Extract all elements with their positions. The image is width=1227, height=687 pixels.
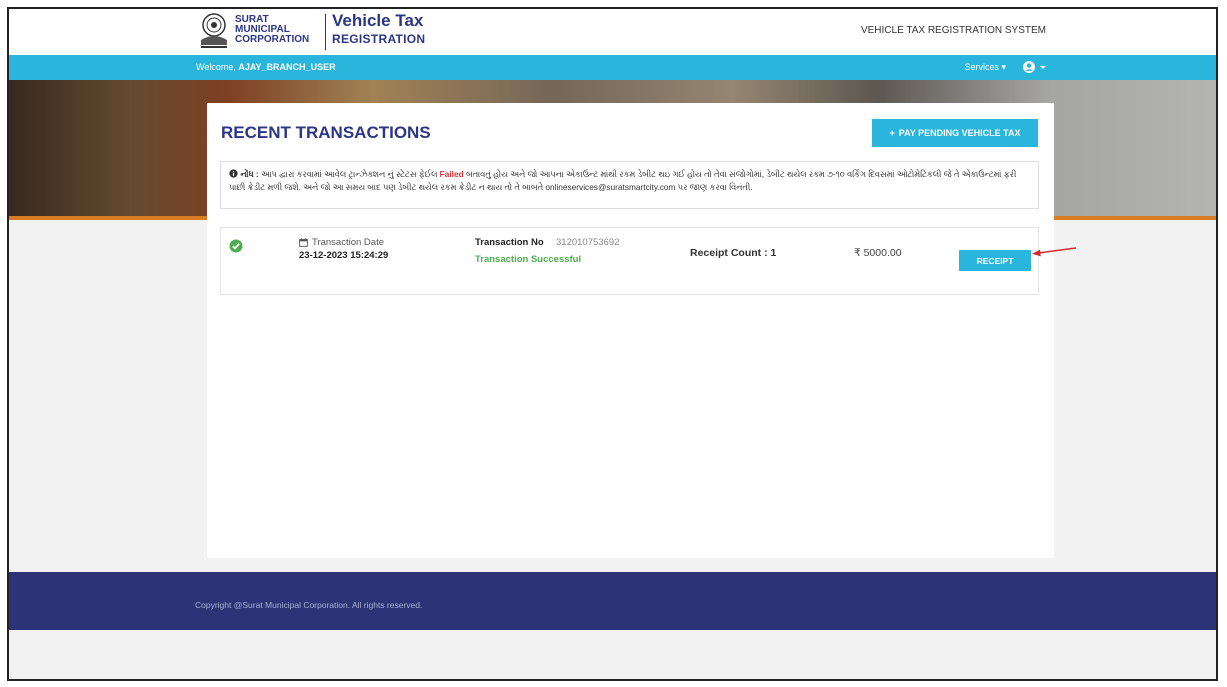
transaction-date-label: Transaction Date	[299, 237, 384, 248]
transaction-row: Transaction Date 23-12-2023 15:24:29 Tra…	[220, 227, 1039, 295]
site-header: SURAT MUNICIPAL CORPORATION Vehicle Tax …	[9, 9, 1216, 55]
notice-label: નોંધ :	[240, 169, 259, 179]
system-title: VEHICLE TAX REGISTRATION SYSTEM	[860, 25, 1046, 36]
logo-line-3: CORPORATION	[235, 34, 310, 45]
user-menu-button[interactable]	[1021, 59, 1051, 75]
logo-divider	[325, 14, 326, 50]
app-window: SURAT MUNICIPAL CORPORATION Vehicle Tax …	[7, 7, 1218, 681]
app-title-line-1: Vehicle Tax	[332, 11, 424, 30]
receipt-count: Receipt Count : 1	[690, 247, 777, 259]
page-title: RECENT TRANSACTIONS	[221, 123, 431, 142]
site-footer: Copyright @Surat Municipal Corporation. …	[9, 572, 1216, 630]
plus-icon: +	[889, 128, 895, 138]
check-circle-icon	[229, 239, 243, 253]
transaction-status: Transaction Successful	[475, 254, 582, 265]
smc-logo-text: SURAT MUNICIPAL CORPORATION	[235, 15, 323, 45]
chevron-down-icon	[1040, 66, 1046, 69]
notice-failed-word: Failed	[439, 169, 464, 179]
transaction-amount: ₹ 5000.00	[854, 247, 902, 259]
copyright-text: Copyright @Surat Municipal Corporation. …	[195, 600, 423, 610]
username: AJAY_BRANCH_USER	[238, 62, 336, 72]
services-dropdown[interactable]: Services ▾	[964, 62, 1006, 73]
app-title-line-2: REGISTRATION	[332, 32, 426, 46]
pay-pending-vehicle-tax-button[interactable]: + PAY PENDING VEHICLE TAX	[872, 119, 1038, 147]
user-circle-icon	[1023, 61, 1046, 73]
transactions-card: RECENT TRANSACTIONS + PAY PENDING VEHICL…	[207, 103, 1054, 558]
pay-button-label: PAY PENDING VEHICLE TAX	[898, 128, 1021, 138]
red-arrow-annotation	[1032, 247, 1077, 257]
transaction-date-value: 23-12-2023 15:24:29	[299, 250, 389, 261]
info-circle-icon	[229, 169, 238, 178]
app-title[interactable]: Vehicle Tax REGISTRATION	[332, 11, 425, 48]
date-label-text: Transaction Date	[312, 237, 384, 248]
welcome-text: Welcome, AJAY_BRANCH_USER	[196, 62, 336, 72]
transaction-no-value: 312010753692	[556, 237, 620, 248]
receipt-button[interactable]: RECEIPT	[959, 250, 1031, 271]
smc-emblem-icon	[201, 13, 227, 48]
notice-box: નોંધ : આપ દ્વારા કરવામાં આવેલ ટ્રાન્ઝેક્…	[220, 161, 1039, 209]
transaction-no-label: Transaction No	[475, 237, 544, 248]
top-nav-bar: Welcome, AJAY_BRANCH_USER Services ▾	[9, 55, 1216, 80]
calendar-icon	[299, 238, 308, 247]
welcome-prefix: Welcome,	[196, 62, 236, 72]
notice-text-before: આપ દ્વારા કરવામાં આવેલ ટ્રાન્ઝેક્શન નું …	[260, 169, 438, 179]
